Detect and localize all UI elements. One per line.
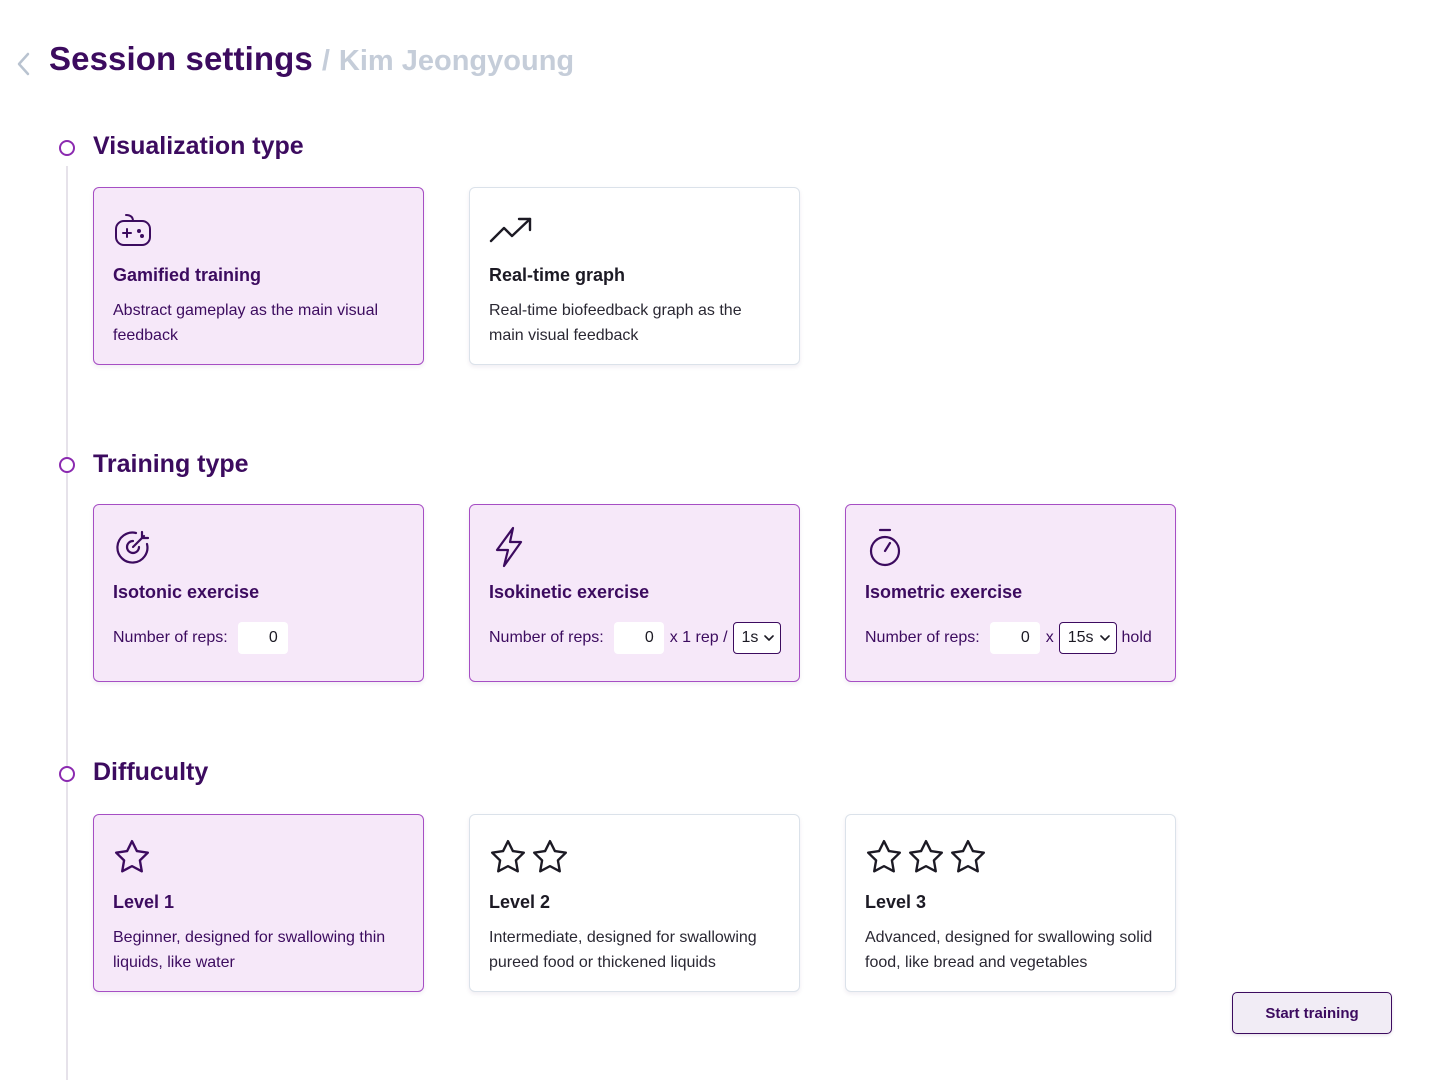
gamepad-icon <box>115 214 151 246</box>
reps-label: Number of reps: <box>489 629 604 646</box>
star-icon <box>532 839 568 873</box>
reps-label: Number of reps: <box>865 629 980 646</box>
trending-up-icon <box>489 217 532 243</box>
chevron-down-icon <box>764 635 775 641</box>
duration-select[interactable]: 1s <box>732 622 782 654</box>
reps-label: Number of reps: <box>113 629 228 646</box>
star-icon <box>908 839 944 873</box>
reps-row: Number of reps: <box>113 622 404 654</box>
option-description: Intermediate, designed for swallowing pu… <box>489 929 757 971</box>
option-title: Isometric exercise <box>865 582 1023 602</box>
timeline-line <box>66 166 68 1080</box>
option-title: Isokinetic exercise <box>489 582 650 602</box>
reps-multiplier: x 1 rep / <box>669 629 728 646</box>
hold-suffix: hold <box>1121 629 1152 646</box>
reps-input[interactable] <box>989 622 1040 654</box>
session-settings-page: Session settings / Kim Jeongyoung Visual… <box>0 0 1440 1080</box>
section-title-difficulty: Diffuculty <box>93 758 209 786</box>
patient-name: Kim Jeongyoung <box>338 45 575 77</box>
section-title-training: Training type <box>93 450 249 478</box>
option-title: Gamified training <box>113 265 262 285</box>
reps-row: Number of reps: x 1 rep / 1s <box>489 622 782 654</box>
back-button[interactable] <box>12 48 36 80</box>
duration-value: 1s <box>741 629 759 646</box>
chevron-left-icon <box>17 52 30 76</box>
target-icon <box>116 530 150 564</box>
star-icon <box>866 839 902 873</box>
option-description: Real-time biofeedback graph as the main … <box>489 302 742 344</box>
step-indicator-visualization <box>59 140 75 156</box>
star-icon <box>114 839 150 873</box>
start-training-button[interactable]: Start training <box>1232 992 1392 1034</box>
reps-input[interactable] <box>613 622 664 654</box>
stopwatch-icon <box>869 528 901 567</box>
reps-multiplier: x <box>1045 629 1054 646</box>
star-icon <box>950 839 986 873</box>
chevron-down-icon <box>1099 635 1110 641</box>
section-title-visualization: Visualization type <box>93 132 304 160</box>
step-indicator-training <box>59 457 75 473</box>
option-level-2[interactable]: Level 2 Intermediate, designed for swall… <box>469 814 800 992</box>
option-title: Level 3 <box>865 892 927 912</box>
reps-row: Number of reps: x 15s hold <box>865 622 1156 654</box>
page-header: Session settings / Kim Jeongyoung <box>49 40 574 78</box>
duration-value: 15s <box>1067 629 1094 646</box>
lightning-icon <box>495 526 523 568</box>
option-real-time-graph[interactable]: Real-time graph Real-time biofeedback gr… <box>469 187 800 365</box>
page-title: Session settings <box>49 40 313 77</box>
step-indicator-difficulty <box>59 766 75 782</box>
breadcrumb-separator: / <box>321 45 330 77</box>
option-level-3[interactable]: Level 3 Advanced, designed for swallowin… <box>845 814 1176 992</box>
hold-duration-select[interactable]: 15s <box>1058 622 1117 654</box>
option-title: Real-time graph <box>489 265 626 285</box>
star-icon <box>490 839 526 873</box>
option-isometric-exercise[interactable]: Isometric exercise Number of reps: x 15s… <box>845 504 1176 682</box>
option-title: Level 2 <box>489 892 551 912</box>
option-isotonic-exercise[interactable]: Isotonic exercise Number of reps: <box>93 504 424 682</box>
option-title: Isotonic exercise <box>113 582 260 602</box>
option-title: Level 1 <box>113 892 175 912</box>
option-gamified-training[interactable]: Gamified training Abstract gameplay as t… <box>93 187 424 365</box>
option-level-1[interactable]: Level 1 Beginner, designed for swallowin… <box>93 814 424 992</box>
reps-input[interactable] <box>237 622 288 654</box>
option-description: Abstract gameplay as the main visual fee… <box>113 302 379 344</box>
option-description: Beginner, designed for swallowing thin l… <box>113 929 386 971</box>
option-isokinetic-exercise[interactable]: Isokinetic exercise Number of reps: x 1 … <box>469 504 800 682</box>
option-description: Advanced, designed for swallowing solid … <box>865 929 1153 971</box>
